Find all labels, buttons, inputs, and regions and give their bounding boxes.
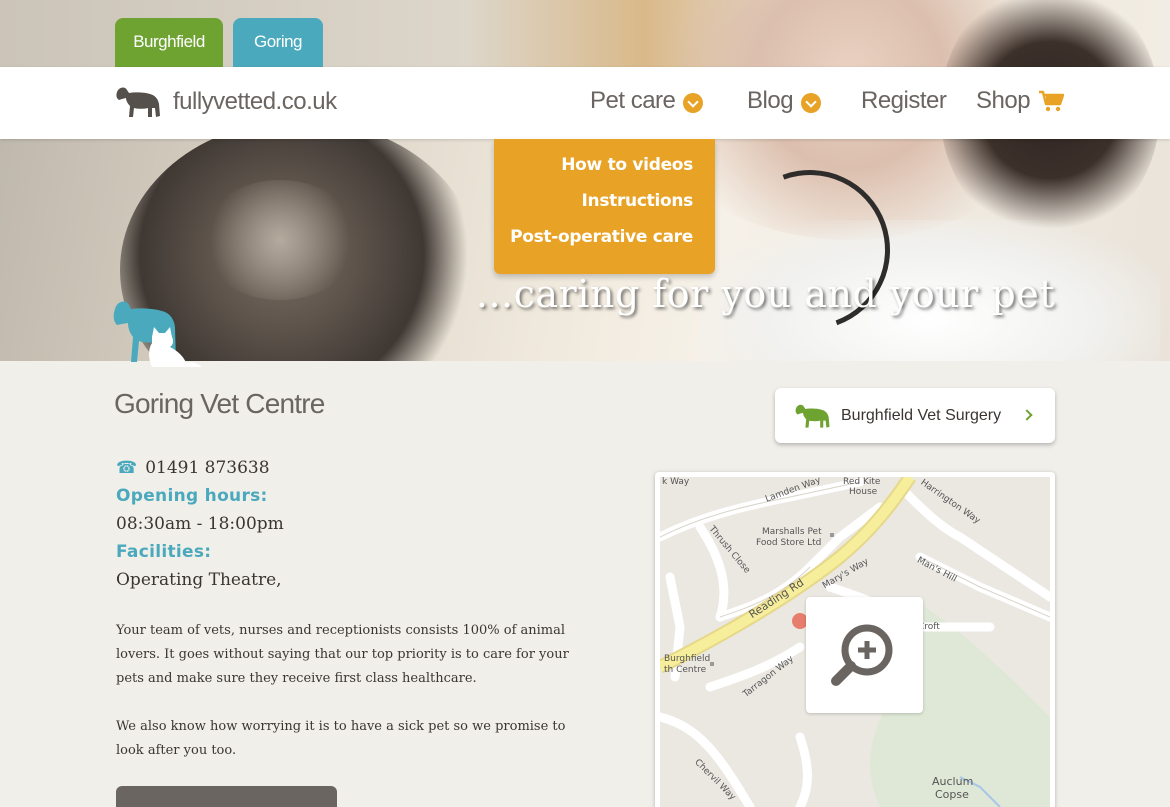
tab-burghfield[interactable]: Burghfield [115,18,223,67]
hero-dog-highlight [200,180,360,300]
nav-pet-care-label: Pet care [590,87,676,114]
dropdown-item-post-operative-care[interactable]: Post-operative care [510,227,693,247]
map-label-burghfield-2: th Centre [664,665,707,675]
dropdown-item-how-to-videos[interactable]: How to videos [561,155,693,175]
nav-shop[interactable]: Shop [976,87,1065,115]
chevron-down-icon [801,93,822,113]
map-zoom-button[interactable] [806,597,923,713]
dog-icon [795,404,830,428]
bottom-action-button[interactable] [116,786,337,807]
phone-number-text: 01491 873638 [145,458,270,478]
shopping-cart-icon [1039,90,1065,112]
site-logo[interactable]: fullyvetted.co.uk [114,84,337,120]
nav-blog[interactable]: Blog [747,87,822,115]
tab-goring[interactable]: Goring [233,18,323,67]
dog-logo-icon [116,87,160,117]
pet-care-dropdown: How to videos Instructions Post-operativ… [494,139,715,274]
map-canvas[interactable]: k Way Lamden Way Red Kite House Harringt… [660,477,1050,807]
map-label-house: House [849,487,878,497]
logo-text: fullyvetted.co.uk [173,88,337,115]
page-title: Goring Vet Centre [114,388,325,419]
facilities-label: Facilities: [116,542,212,562]
phone-icon: ☎ [116,458,138,478]
opening-hours-value: 08:30am - 18:00pm [116,514,284,534]
nav-blog-label: Blog [747,87,794,114]
map-label-marshalls-1: Marshalls Pet [762,527,822,537]
nav-register[interactable]: Register [861,87,947,115]
hero-tagline: ...caring for you and your pet [475,272,1055,316]
phone-number[interactable]: ☎ 01491 873638 [116,458,270,478]
chevron-right-icon [1021,409,1033,421]
dog-cat-icon [113,301,202,367]
facilities-value: Operating Theatre, [116,570,282,590]
nav-shop-label: Shop [976,87,1031,114]
chevron-down-icon [683,93,704,113]
burghfield-surgery-label: Burghfield Vet Surgery [841,406,1002,424]
zoom-in-icon [831,624,893,686]
map-label-auclum-1: Auclum [932,775,974,788]
map-label-street: k Way [662,477,690,487]
main-navbar: fullyvetted.co.uk Pet care Blog Register… [0,67,1170,139]
opening-hours-label: Opening hours: [116,486,268,506]
burghfield-surgery-button[interactable]: Burghfield Vet Surgery [775,388,1055,443]
map-label-auclum-2: Copse [935,788,969,801]
nav-pet-care[interactable]: Pet care [590,87,704,115]
map-label-burghfield-1: Burghfield [664,654,711,664]
map-label-marshalls-2: Food Store Ltd [756,538,822,548]
map-label-red-kite: Red Kite [843,477,881,487]
dropdown-item-instructions[interactable]: Instructions [582,191,694,211]
nav-register-label: Register [861,87,947,114]
location-map[interactable]: k Way Lamden Way Red Kite House Harringt… [655,472,1055,807]
reassurance-paragraph: We also know how worrying it is to have … [116,719,566,758]
intro-paragraph: Your team of vets, nurses and receptioni… [116,623,569,686]
